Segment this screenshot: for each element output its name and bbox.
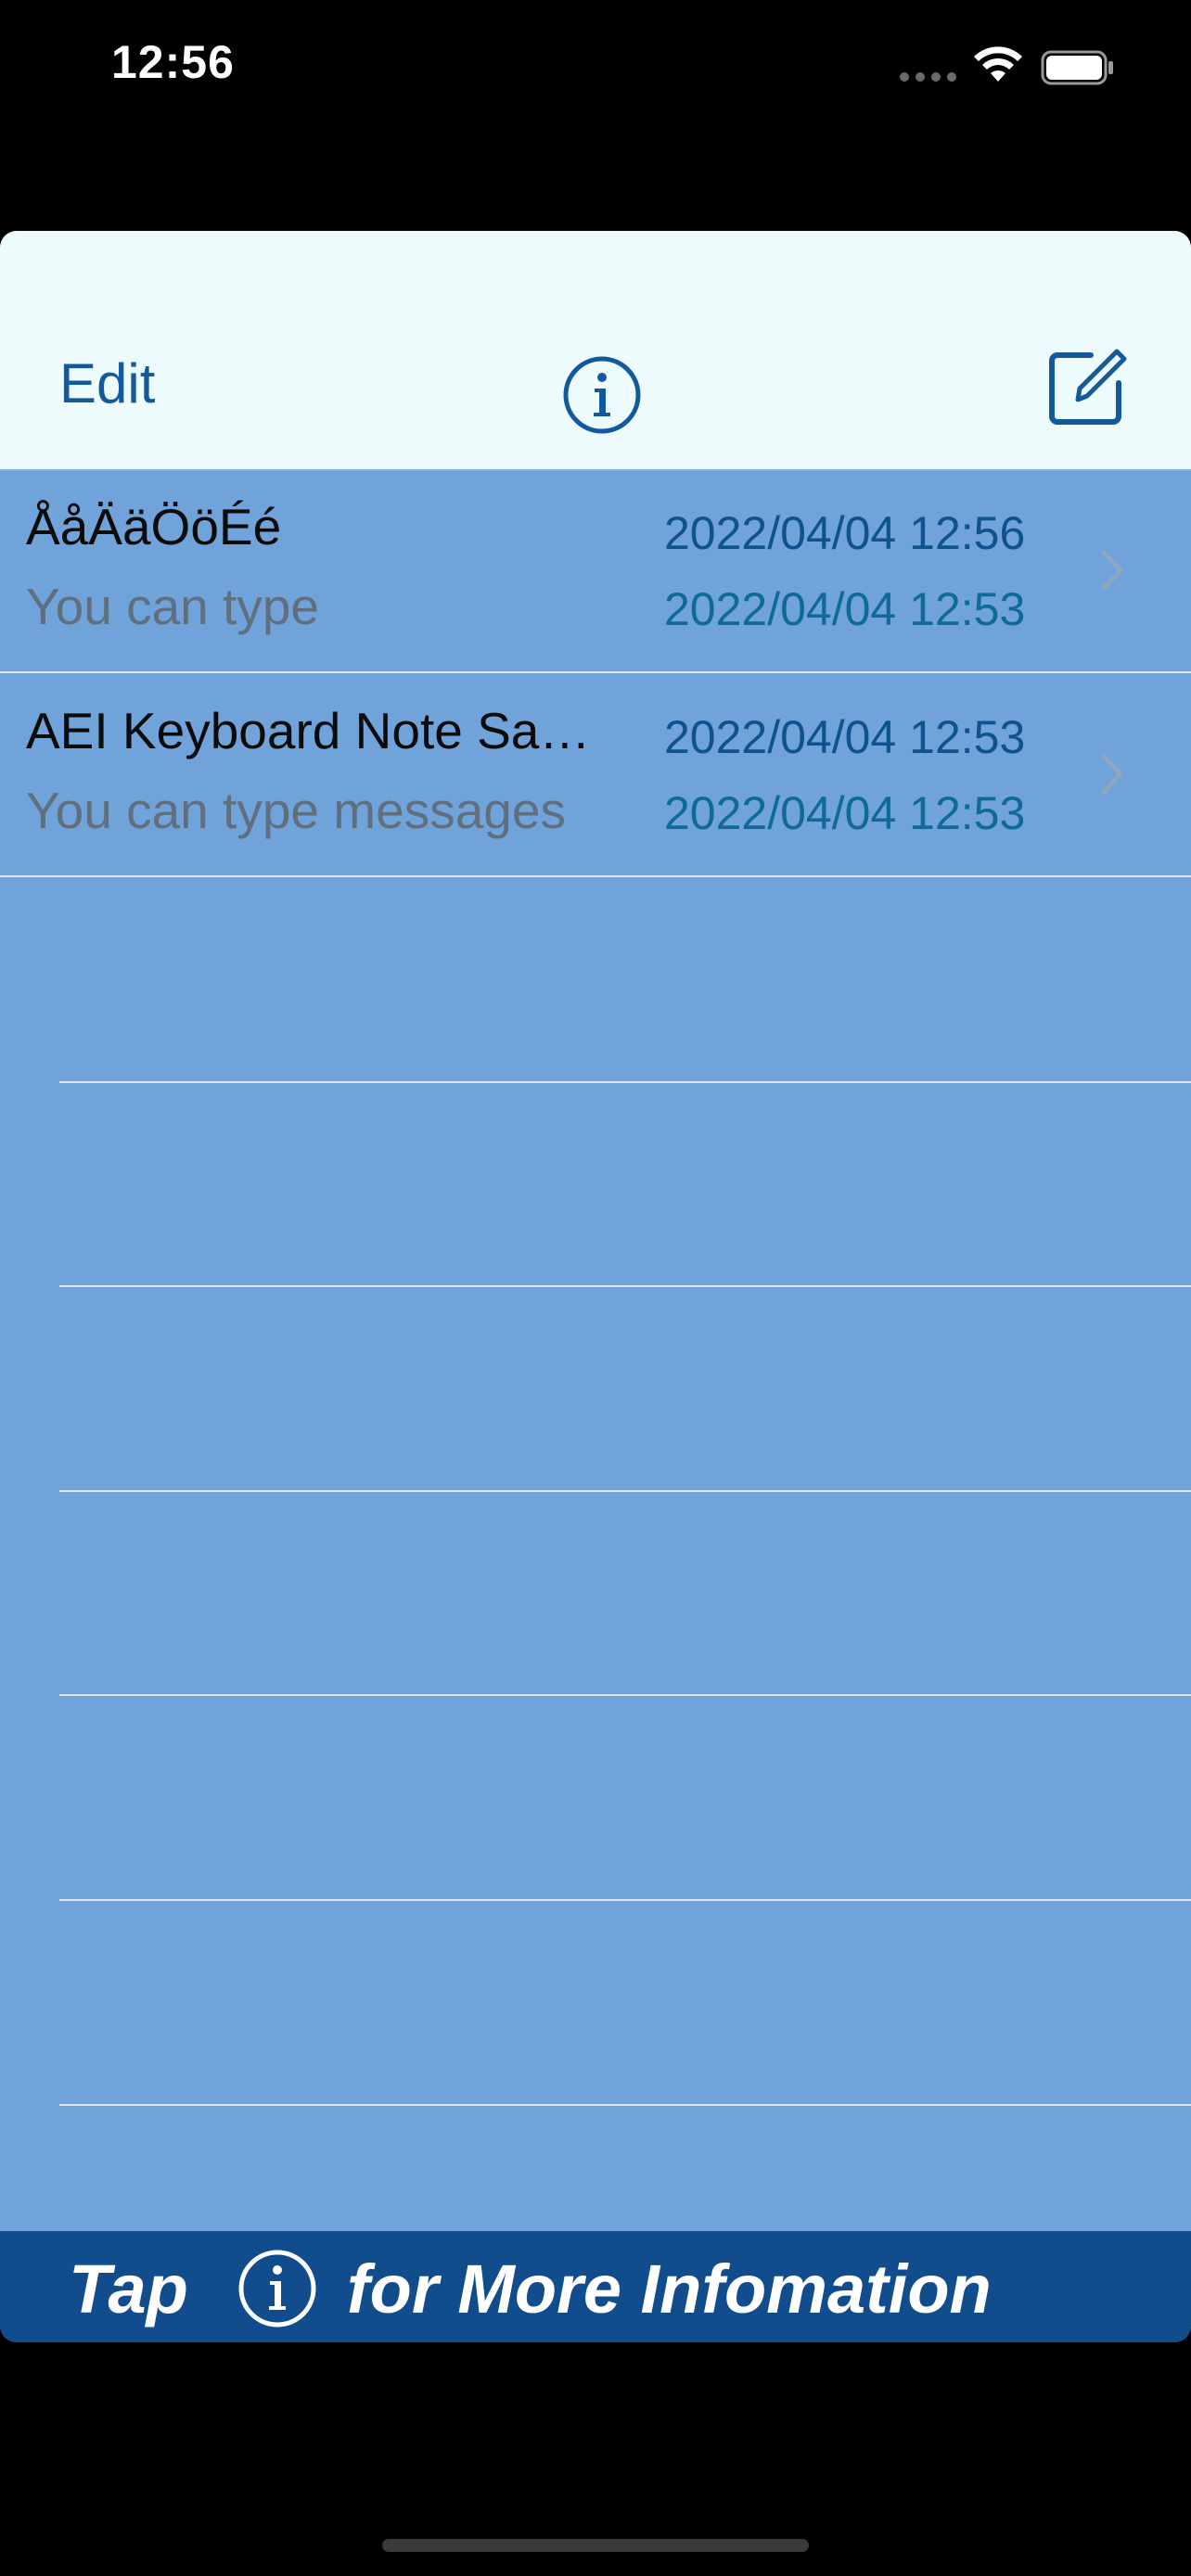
info-icon[interactable]: [562, 355, 642, 435]
home-indicator[interactable]: [382, 2539, 809, 2552]
edit-button[interactable]: Edit: [59, 351, 155, 415]
note-preview: You can type messages: [26, 782, 566, 839]
status-bar: 12:56: [0, 0, 1191, 139]
compose-icon[interactable]: [1043, 342, 1130, 429]
status-time: 12:56: [111, 36, 235, 88]
note-preview: You can type: [26, 578, 320, 635]
empty-row-separator: [59, 1081, 1191, 1083]
note-created-date: 2022/04/04 12:53: [664, 787, 1026, 839]
wifi-icon: [974, 46, 1022, 82]
note-modified-date: 2022/04/04 12:53: [664, 711, 1026, 763]
navigation-bar: Edit: [0, 231, 1191, 471]
battery-icon: [1041, 50, 1113, 85]
note-row[interactable]: AEI Keyboard Note Sample You can type me…: [0, 673, 1191, 877]
note-title: ÅåÄäÖöÉé: [26, 498, 282, 555]
empty-row-separator: [59, 2104, 1191, 2106]
empty-row-separator: [59, 1694, 1191, 1696]
banner-text-tap: Tap: [69, 2251, 188, 2327]
notes-sheet: Edit ÅåÄäÖöÉé You can type 2022/04/04 12…: [0, 231, 1191, 2342]
note-title: AEI Keyboard Note Sample: [26, 702, 629, 759]
empty-row-separator: [59, 1490, 1191, 1492]
info-banner[interactable]: Tap for More Infomation: [0, 2231, 1191, 2342]
empty-row-separator: [59, 1899, 1191, 1901]
note-modified-date: 2022/04/04 12:56: [664, 507, 1026, 559]
info-icon: [238, 2250, 316, 2327]
chevron-right-icon: [1101, 754, 1123, 795]
banner-text-more-info: for More Infomation: [347, 2251, 992, 2327]
empty-row-separator: [59, 1285, 1191, 1287]
chevron-right-icon: [1101, 550, 1123, 591]
note-created-date: 2022/04/04 12:53: [664, 583, 1026, 635]
cellular-signal-icon: [900, 72, 957, 83]
note-row[interactable]: ÅåÄäÖöÉé You can type 2022/04/04 12:56 2…: [0, 469, 1191, 673]
